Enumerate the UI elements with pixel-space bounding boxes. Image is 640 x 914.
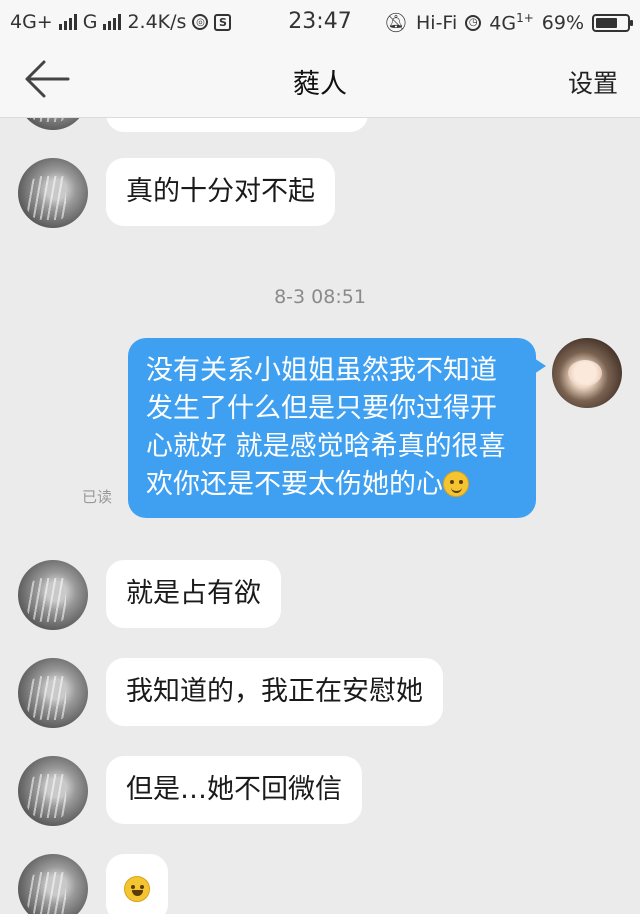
message-bubble[interactable]: 真的十分对不起 (106, 158, 335, 226)
sweat-smile-emoji (443, 471, 469, 497)
message-bubble[interactable]: 就是占有欲 (106, 560, 281, 628)
battery-icon (592, 13, 633, 32)
chat-header: 蕤人 设置 (0, 44, 640, 118)
contact-avatar[interactable] (18, 158, 88, 228)
status-bar: 4G+ G 2.4K/s ◎ S 23:47 🔕︎ Hi-Fi ◷ 4G1+ 6… (0, 0, 640, 44)
contact-avatar[interactable] (18, 560, 88, 630)
message-bubble[interactable] (106, 118, 368, 132)
sent-message-bubble[interactable]: 没有关系小姐姐虽然我不知道发生了什么但是只要你过得开心就好 就是感觉晗希真的很喜… (128, 338, 546, 518)
message-bubble[interactable]: 但是…她不回微信 (106, 756, 362, 824)
message-bubble[interactable]: 我知道的，我正在安慰她 (106, 658, 443, 726)
contact-avatar[interactable] (18, 756, 88, 826)
read-receipt: 已读 (82, 488, 113, 506)
contact-avatar[interactable] (18, 854, 88, 914)
settings-button[interactable]: 设置 (568, 64, 618, 100)
network-label-3: 4G1+ (489, 11, 534, 35)
laughing-tears-emoji (124, 876, 150, 902)
mute-bell-icon: 🔕︎ (383, 12, 408, 35)
emoji-message-bubble[interactable] (106, 854, 168, 914)
wifi-label: Hi-Fi (416, 11, 458, 34)
contact-name: 蕤人 (293, 69, 347, 100)
contact-avatar[interactable] (18, 658, 88, 728)
message-list[interactable]: 真的十分对不起 8-3 08:51 没有关系小姐姐虽然我不知道发生了什么但是只要… (0, 118, 640, 914)
contact-avatar[interactable] (18, 118, 88, 130)
alarm-icon: ◷ (465, 14, 482, 31)
my-avatar[interactable] (552, 338, 622, 408)
battery-percent: 69% (541, 11, 584, 34)
message-timestamp: 8-3 08:51 (274, 286, 366, 308)
